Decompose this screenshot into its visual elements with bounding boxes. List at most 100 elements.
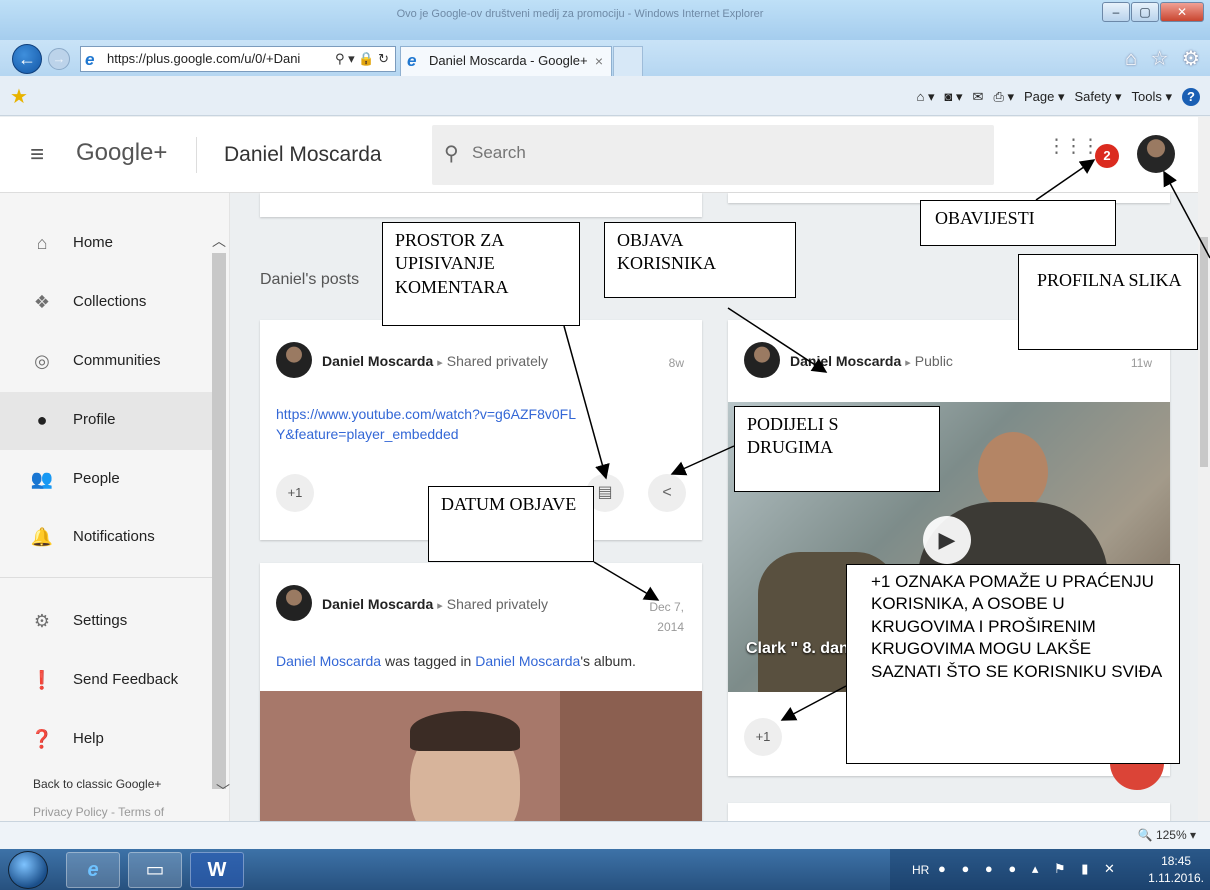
status-bar: 🔍 125% ▾	[0, 821, 1210, 849]
avatar[interactable]	[276, 585, 312, 621]
post-header: Daniel Moscarda ▸ Shared privately	[322, 596, 548, 612]
sidebar-item-notifications[interactable]: 🔔 Notifications	[0, 509, 212, 567]
post-author[interactable]: Daniel Moscarda	[790, 353, 901, 369]
post-visibility[interactable]: Shared privately	[447, 596, 548, 612]
post-date[interactable]: 11w	[1131, 356, 1152, 370]
post-author[interactable]: Daniel Moscarda	[322, 596, 433, 612]
profile-icon: ●	[36, 410, 48, 430]
command-bar: ★ ⌂ ▾ ◙ ▾ ✉ ⎙ ▾ Page ▾ Safety ▾ Tools ▾ …	[0, 76, 1210, 116]
sidebar-item-profile[interactable]: ● Profile	[0, 392, 212, 450]
minimize-button[interactable]: –	[1102, 2, 1130, 22]
privacy-link[interactable]: Privacy Policy - Terms of	[33, 805, 164, 819]
avatar[interactable]	[744, 342, 780, 378]
search-input[interactable]	[472, 143, 952, 163]
chevron-up-icon[interactable]: ︿	[212, 231, 226, 251]
page-menu[interactable]: Page ▾	[1024, 89, 1065, 105]
posts-heading: Daniel's posts	[260, 271, 360, 288]
album-owner-link[interactable]: Daniel Moscarda	[475, 653, 580, 669]
search-bar[interactable]: ⚲	[432, 125, 994, 185]
menu-icon[interactable]: ≡	[30, 141, 44, 169]
scrollbar-thumb[interactable]	[1200, 237, 1208, 467]
maximize-button[interactable]: ▢	[1131, 2, 1159, 22]
gplus-logo[interactable]: Google+	[76, 139, 167, 167]
gplus-header: ≡ Google+ Daniel Moscarda ⚲ ⋮⋮⋮ 2	[0, 117, 1198, 193]
post-visibility[interactable]: Shared privately	[447, 353, 548, 369]
search-icon: ⚲	[444, 143, 459, 165]
home-favorites-settings-icons[interactable]: ⌂ ☆ ⚙	[1125, 46, 1204, 71]
post-text-middle: was tagged in	[384, 653, 472, 669]
start-button[interactable]	[8, 851, 48, 889]
close-button[interactable]: ✕	[1160, 2, 1204, 22]
sidebar-item-label: Notifications	[73, 528, 155, 545]
browser-tab-active[interactable]: e Daniel Moscarda - Google+ ×	[400, 46, 612, 76]
post-date[interactable]: 8w	[669, 356, 684, 370]
ie-taskbar-icon[interactable]: e	[66, 852, 120, 888]
sidebar-scrollbar[interactable]	[212, 253, 226, 789]
tray-icons[interactable]: ● ● ● ● ▴ ⚑ ▮ ✕	[938, 861, 1121, 877]
bell-icon: 🔔	[30, 527, 54, 547]
forward-button[interactable]: →	[48, 48, 70, 70]
post-author[interactable]: Daniel Moscarda	[322, 353, 433, 369]
annotation-profile-pic: PROFILNA SLIKA	[1018, 254, 1198, 350]
word-taskbar-icon[interactable]: W	[190, 852, 244, 888]
page-scrollbar[interactable]	[1198, 117, 1210, 821]
chevron-right-icon: ▸	[905, 357, 911, 369]
share-icon: <	[662, 484, 672, 501]
notifications-badge[interactable]: 2	[1095, 144, 1119, 168]
feeds-icon[interactable]: ◙ ▾	[945, 89, 963, 105]
play-icon[interactable]: ▶	[923, 516, 971, 564]
tagged-user-link[interactable]: Daniel Moscarda	[276, 653, 381, 669]
new-tab-button[interactable]	[613, 46, 643, 76]
favorites-star-icon[interactable]: ★	[10, 84, 28, 109]
sidebar-item-collections[interactable]: ❖ Collections	[0, 274, 212, 332]
zoom-level[interactable]: 🔍 125% ▾	[1138, 828, 1196, 842]
sidebar-item-label: Home	[73, 234, 114, 251]
avatar[interactable]	[276, 342, 312, 378]
profile-avatar[interactable]	[1137, 135, 1175, 173]
back-to-classic-link[interactable]: Back to classic Google+	[33, 777, 161, 791]
help-icon[interactable]: ?	[1182, 88, 1200, 106]
sidebar-item-send-feedback[interactable]: ❗ Send Feedback	[0, 652, 212, 710]
annotation-plus-one: +1 OZNAKA POMAŽE U PRAĆENJU KORISNIKA, A…	[846, 564, 1180, 764]
sidebar-item-home[interactable]: ⌂ Home	[0, 215, 212, 273]
post-visibility[interactable]: Public	[915, 353, 953, 369]
share-button[interactable]: <	[648, 474, 686, 512]
mail-icon[interactable]: ✉	[973, 89, 984, 105]
tab-close-icon[interactable]: ×	[595, 47, 603, 75]
safety-menu[interactable]: Safety ▾	[1075, 89, 1122, 105]
tools-menu[interactable]: Tools ▾	[1132, 89, 1173, 105]
sidebar-item-label: Collections	[73, 293, 147, 310]
apps-grid-icon[interactable]: ⋮⋮⋮	[1047, 137, 1100, 156]
plus-one-button[interactable]: +1	[744, 718, 782, 756]
sidebar-item-settings[interactable]: ⚙ Settings	[0, 593, 212, 651]
plus-one-button[interactable]: +1	[276, 474, 314, 512]
album-photo[interactable]	[260, 691, 702, 821]
back-button[interactable]: ←	[12, 44, 42, 74]
previous-card-fragment	[260, 193, 702, 217]
feedback-icon: ❗	[30, 670, 54, 690]
forward-arrow-icon: →	[52, 51, 66, 66]
thumb-person	[978, 432, 1048, 512]
annotation-comment-space: PROSTOR ZA UPISIVANJE KOMENTARA	[382, 222, 580, 326]
post-date[interactable]: Dec 7, 2014	[634, 597, 684, 637]
window-controls: – ▢ ✕	[1102, 2, 1204, 22]
address-tools-icons[interactable]: ⚲ ▾ 🔒 ↻	[331, 47, 389, 71]
annotation-post-date: DATUM OBJAVE	[428, 486, 594, 562]
home-icon: ⌂	[36, 233, 48, 253]
next-card-fragment	[728, 803, 1170, 821]
sidebar-item-people[interactable]: 👥 People	[0, 451, 212, 509]
sidebar-item-label: Profile	[73, 411, 116, 428]
explorer-taskbar-icon[interactable]: ▭	[128, 852, 182, 888]
sidebar-item-communities[interactable]: ◎ Communities	[0, 333, 212, 391]
print-icon[interactable]: ⎙ ▾	[993, 89, 1014, 105]
post-link[interactable]: https://www.youtube.com/watch?v=g6AZF8v0…	[276, 404, 576, 444]
home-menu-icon[interactable]: ⌂ ▾	[917, 89, 935, 105]
language-indicator[interactable]: HR	[912, 863, 929, 877]
sidebar-item-help[interactable]: ❓ Help	[0, 711, 212, 769]
window-titlebar: Ovo je Google-ov društveni medij za prom…	[0, 0, 1210, 40]
chevron-down-icon[interactable]: ﹀	[216, 781, 230, 801]
address-bar[interactable]: e https://plus.google.com/u/0/+Dani ⚲ ▾ …	[80, 46, 396, 72]
clock[interactable]: 18:45 1.11.2016.	[1148, 853, 1204, 887]
post-header: Daniel Moscarda ▸ Public	[790, 353, 953, 369]
post-header: Daniel Moscarda ▸ Shared privately	[322, 353, 548, 369]
